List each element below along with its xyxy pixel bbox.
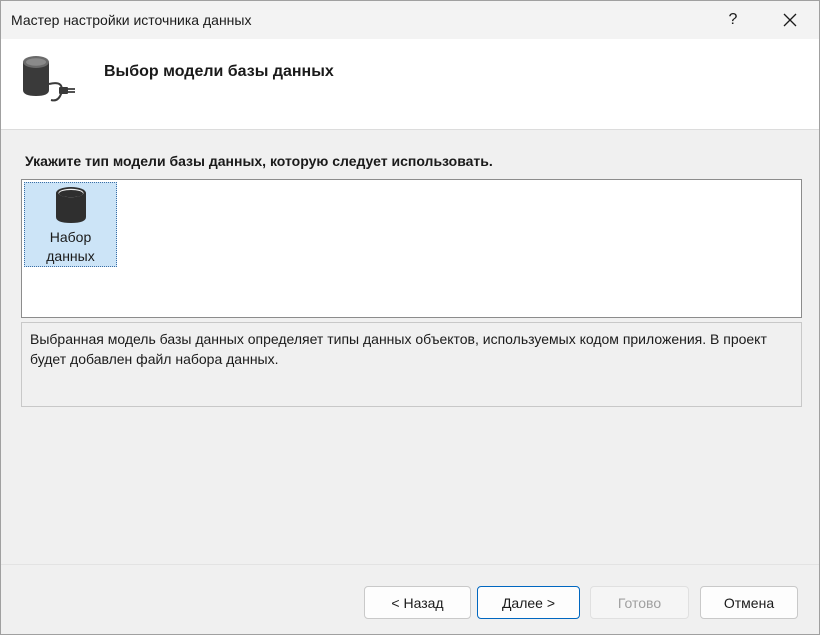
footer-divider: [1, 564, 819, 565]
cancel-button[interactable]: Отмена: [700, 586, 798, 619]
back-button[interactable]: < Назад: [364, 586, 471, 619]
model-item-label: Набор данных: [46, 229, 95, 264]
title-bar: Мастер настройки источника данных ?: [1, 1, 819, 39]
wizard-window: Мастер настройки источника данных ? Выбо…: [0, 0, 820, 635]
next-button[interactable]: Далее >: [477, 586, 580, 619]
model-list[interactable]: Набор данных: [21, 179, 802, 318]
model-type-prompt: Укажите тип модели базы данных, которую …: [25, 153, 493, 169]
model-item-dataset[interactable]: Набор данных: [24, 182, 117, 267]
database-icon: [55, 187, 86, 223]
help-button[interactable]: ?: [705, 1, 761, 39]
close-button[interactable]: [762, 1, 818, 39]
close-icon: [783, 13, 797, 27]
wizard-header: Выбор модели базы данных: [1, 39, 819, 130]
finish-button[interactable]: Готово: [590, 586, 689, 619]
model-description: Выбранная модель базы данных определяет …: [21, 322, 802, 407]
window-title: Мастер настройки источника данных: [11, 12, 252, 28]
page-title: Выбор модели базы данных: [104, 63, 334, 80]
database-plug-icon: [23, 56, 75, 102]
